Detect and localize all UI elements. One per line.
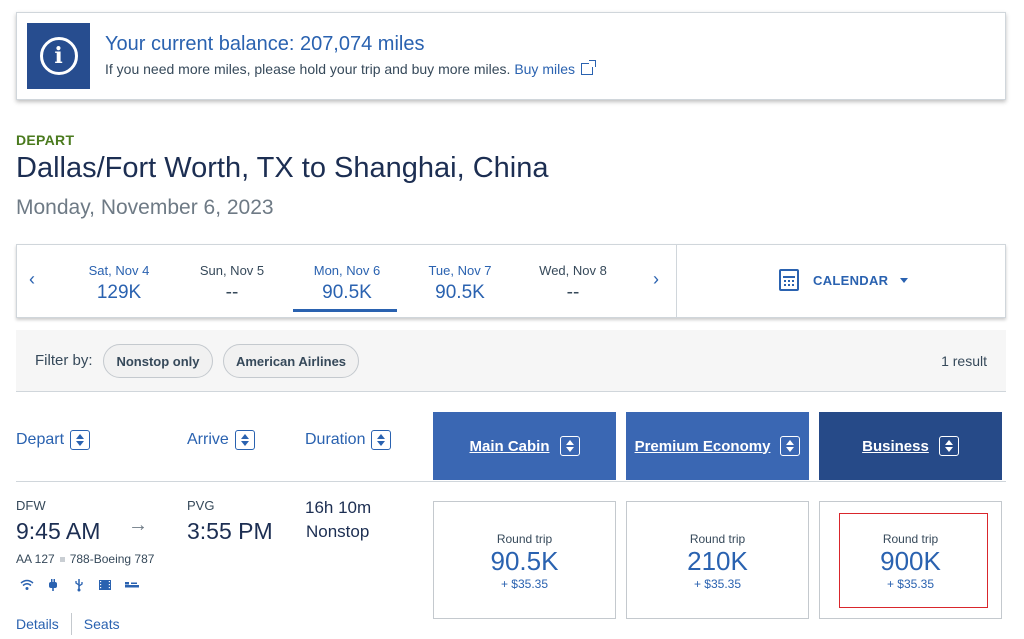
sort-icon [234,430,255,450]
sort-icon [371,430,392,450]
flight-number: AA 127 [16,552,55,566]
date-bar-divider [676,245,677,317]
fare-tax: + $35.35 [500,577,549,591]
fare-main-cabin[interactable]: Round trip 90.5K + $35.35 [433,501,616,619]
cabin-label: Premium Economy [634,437,771,455]
destination-airport: PVG [187,498,215,513]
aircraft-type: 788-Boeing 787 [69,552,155,566]
info-icon: i [27,23,90,89]
date-price: -- [225,282,239,303]
entertainment-icon [98,578,112,592]
separator-dot [59,556,65,562]
filter-label: Filter by: [35,352,93,369]
fare-tax: + $35.35 [693,577,742,591]
date-tab-wed-nov-8[interactable]: Wed, Nov 8 -- [521,263,625,304]
highlight-box [839,513,988,608]
calendar-label: CALENDAR [813,272,889,288]
power-outlet-icon [46,578,60,592]
date-tab-sun-nov-5[interactable]: Sun, Nov 5 -- [180,263,284,304]
buy-miles-label: Buy miles [514,61,575,77]
arrive-time: 3:55 PM [187,518,273,544]
amenities-list [20,578,139,592]
fare-business[interactable]: Round trip 900K + $35.35 [819,501,1002,619]
fare-miles: 210K [687,546,748,576]
next-dates-arrow-icon[interactable]: › [653,269,659,290]
cabin-label: Business [862,437,929,455]
date-label: Tue, Nov 7 [428,263,492,278]
balance-message: If you need more miles, please hold your… [105,60,596,77]
date-label: Mon, Nov 6 [313,263,381,278]
date-price: -- [566,282,580,303]
sort-icon [780,436,801,456]
sort-icon [559,436,580,456]
depart-date: Monday, November 6, 2023 [16,196,274,219]
sort-icon [938,436,959,456]
date-price: 90.5K [322,282,372,303]
sort-duration-label: Duration [305,431,366,448]
date-label: Sat, Nov 4 [88,263,150,278]
sort-depart[interactable]: Depart [16,430,91,450]
link-separator [70,613,72,635]
flight-links: Details Seats [16,613,120,635]
details-link[interactable]: Details [16,616,59,632]
flight-stops: Nonstop [306,522,370,541]
depart-time: 9:45 AM [16,518,101,544]
results-count: 1 result [941,353,987,369]
sort-arrive[interactable]: Arrive [187,430,255,450]
fare-miles: 90.5K [490,546,559,576]
cabin-header-business[interactable]: Business [819,412,1002,480]
date-selector: ‹ Sat, Nov 4 129K Sun, Nov 5 -- Mon, Nov… [16,244,1006,318]
date-price: 90.5K [435,282,485,303]
flight-duration: 16h 10m [305,498,372,517]
prev-dates-arrow-icon[interactable]: ‹ [29,269,35,290]
filter-chip-american-airlines[interactable]: American Airlines [223,344,359,378]
date-tab-sat-nov-4[interactable]: Sat, Nov 4 129K [67,263,171,304]
date-price: 129K [96,282,142,303]
flight-meta: AA 127 788-Boeing 787 [16,552,154,566]
date-tab-tue-nov-7[interactable]: Tue, Nov 7 90.5K [408,263,512,304]
filter-bar: Filter by: Nonstop only American Airline… [16,330,1006,392]
balance-banner: i Your current balance: 207,074 miles If… [16,12,1006,100]
fare-trip-type: Round trip [496,532,553,546]
date-label: Sun, Nov 5 [199,263,265,278]
origin-airport: DFW [16,498,46,513]
caret-down-icon [900,277,909,283]
calendar-button[interactable]: CALENDAR [779,269,909,291]
cabin-header-main[interactable]: Main Cabin [433,412,616,480]
cabin-header-premium-economy[interactable]: Premium Economy [626,412,809,480]
sort-duration[interactable]: Duration [305,430,392,450]
date-label: Wed, Nov 8 [539,263,607,278]
results-divider [16,481,1006,482]
arrow-right-icon: → [128,514,148,536]
fare-trip-type: Round trip [689,532,746,546]
sort-depart-label: Depart [16,431,65,448]
buy-miles-link[interactable]: Buy miles [514,60,596,77]
seats-link[interactable]: Seats [84,616,120,632]
route-title: Dallas/Fort Worth, TX to Shanghai, China [16,152,549,184]
wifi-icon [20,578,34,592]
balance-message-text: If you need more miles, please hold your… [105,61,511,77]
lie-flat-seat-icon [124,578,139,592]
fare-premium-economy[interactable]: Round trip 210K + $35.35 [626,501,809,619]
sort-arrive-label: Arrive [187,431,229,448]
filter-chip-nonstop[interactable]: Nonstop only [103,344,213,378]
balance-title: Your current balance: 207,074 miles [105,33,425,55]
depart-label: DEPART [16,132,75,148]
usb-icon [72,578,86,592]
sort-icon [70,430,91,450]
cabin-label: Main Cabin [469,437,550,455]
date-tab-mon-nov-6[interactable]: Mon, Nov 6 90.5K [293,263,399,312]
external-link-icon [581,60,596,75]
calendar-icon [779,269,799,291]
